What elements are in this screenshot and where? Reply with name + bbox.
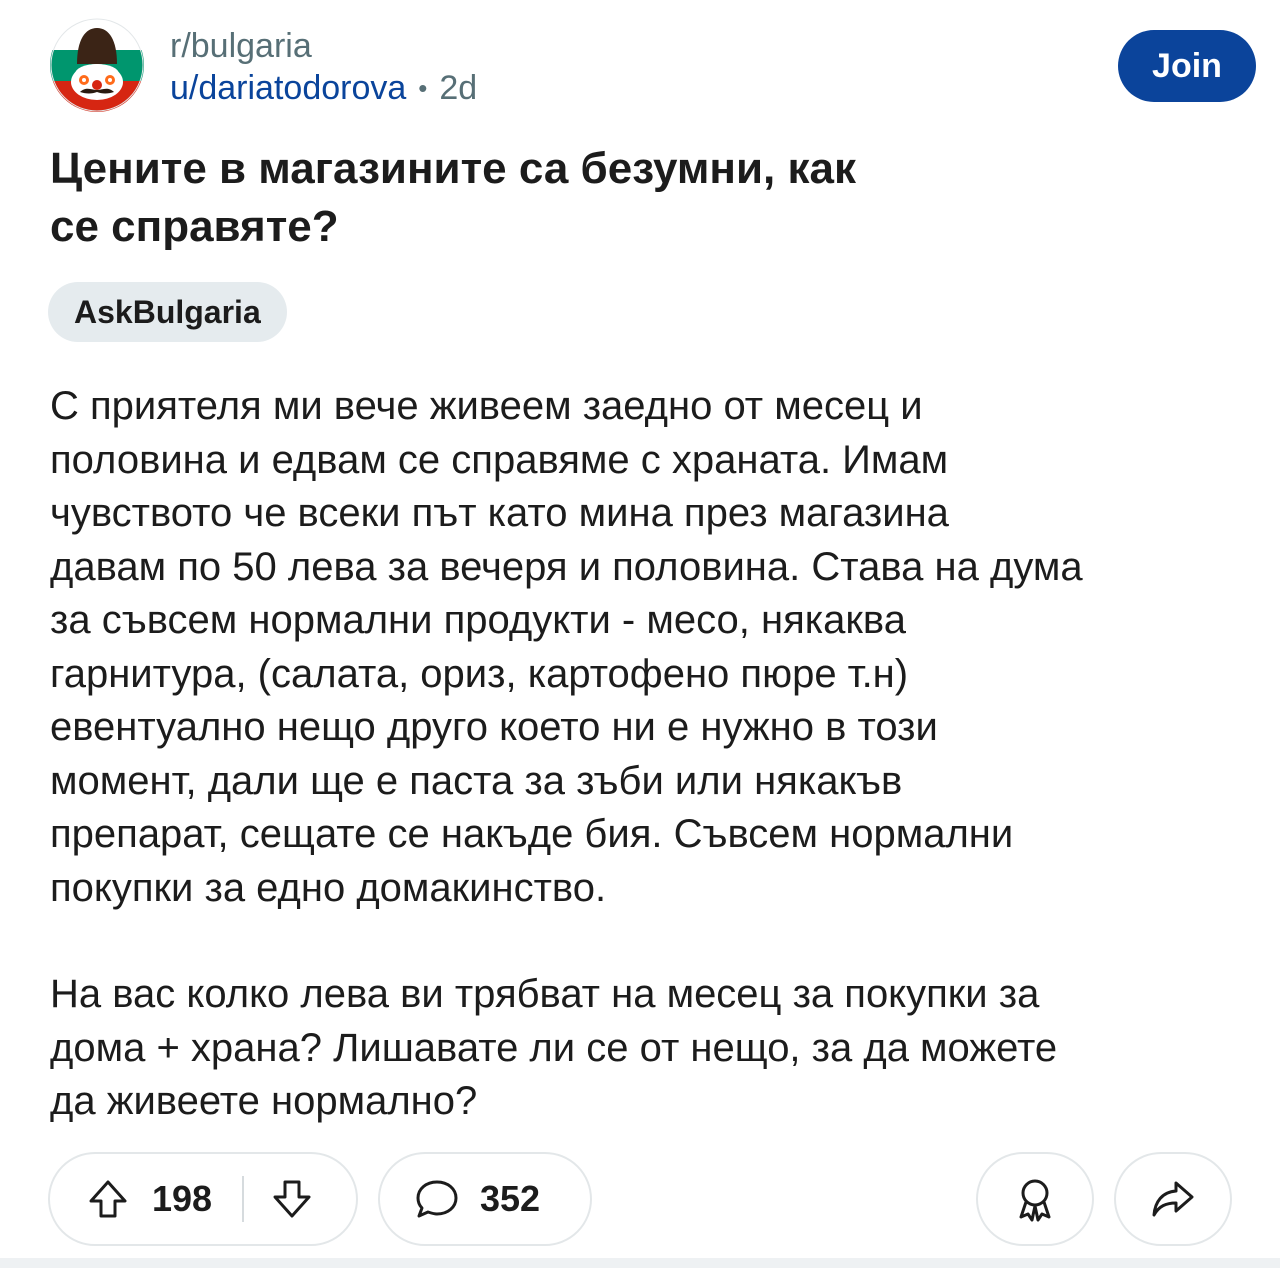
body-paragraph: С приятеля ми вече живеем заедно от месе… (50, 384, 1083, 910)
post-body: С приятеля ми вече живеем заедно от месе… (50, 380, 1250, 1182)
post-age: 2d (439, 69, 478, 107)
meta-separator: • (418, 73, 428, 103)
body-paragraph: На вас колко лева ви трябват на месец за… (50, 972, 1058, 1123)
comment-button[interactable]: 352 (378, 1152, 592, 1246)
byline: u/dariatodorova • 2d (170, 66, 477, 110)
award-icon (1013, 1176, 1057, 1222)
subreddit-name[interactable]: r/bulgaria (170, 26, 477, 66)
author-username[interactable]: u/dariatodorova (170, 66, 406, 110)
downvote-arrow-icon[interactable] (270, 1177, 314, 1221)
post-header: r/bulgaria u/dariatodorova • 2d Join (50, 18, 1256, 114)
post-flair[interactable]: AskBulgaria (48, 282, 287, 342)
post-title: Цените в магазините са безумни, как се с… (50, 144, 857, 251)
share-arrow-icon (1150, 1177, 1196, 1221)
upvote-arrow-icon[interactable] (86, 1177, 130, 1221)
post-actions: 198 352 (48, 1152, 1232, 1246)
bulgarian-flag-mascot-icon (50, 18, 144, 112)
vote-divider (242, 1176, 245, 1222)
upvote-count: 198 (152, 1178, 213, 1219)
share-button[interactable] (1114, 1152, 1232, 1246)
post-meta: r/bulgaria u/dariatodorova • 2d (170, 26, 477, 110)
award-button[interactable] (976, 1152, 1094, 1246)
vote-bar: 198 (48, 1152, 358, 1246)
feed-divider (0, 1258, 1280, 1268)
comment-count: 352 (480, 1178, 541, 1219)
subreddit-avatar[interactable] (50, 18, 144, 112)
join-button[interactable]: Join (1118, 30, 1256, 102)
comment-bubble-icon (414, 1177, 460, 1221)
